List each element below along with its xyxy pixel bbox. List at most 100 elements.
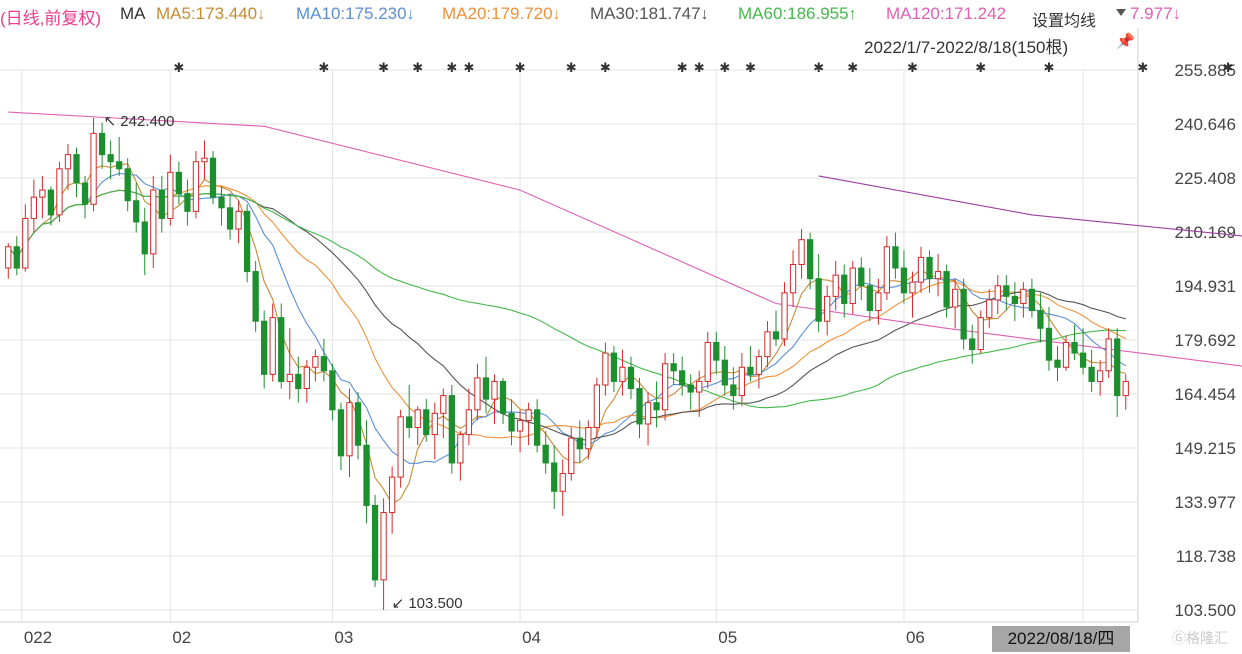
candle	[610, 345, 618, 393]
candle	[772, 310, 780, 346]
candle-body	[934, 271, 942, 280]
candle	[969, 324, 976, 364]
candle	[1003, 275, 1010, 311]
candle	[1054, 345, 1061, 382]
candle-body	[482, 377, 490, 400]
ma20-line	[7, 185, 1126, 439]
candle	[815, 253, 822, 332]
candle-body	[841, 274, 848, 304]
candle	[90, 117, 97, 212]
event-marker-icon: ✱	[1044, 61, 1055, 76]
candle-body	[90, 132, 97, 205]
candle	[841, 264, 848, 318]
candle-body	[704, 341, 711, 382]
y-tick-label: 225.408	[1175, 169, 1236, 188]
candle	[192, 151, 200, 219]
candle-body	[397, 416, 404, 478]
candle	[525, 402, 532, 446]
candle-body	[192, 161, 200, 212]
candle	[116, 136, 123, 176]
event-marker-icon: ✱	[463, 61, 474, 76]
candle	[354, 392, 362, 460]
candle	[1045, 307, 1053, 371]
candle-body	[977, 317, 984, 351]
x-tick-label: 03	[334, 628, 353, 647]
candle-body	[738, 366, 746, 397]
candle-body	[13, 246, 20, 269]
candle	[986, 289, 993, 329]
candle	[1114, 328, 1121, 417]
candle	[1105, 328, 1112, 378]
candle-body	[551, 462, 558, 492]
candle	[977, 310, 984, 354]
candle-body	[5, 246, 12, 269]
candle-body	[576, 437, 583, 450]
candle	[1062, 335, 1070, 371]
candle-body	[926, 256, 933, 280]
candle-body	[431, 412, 438, 436]
candle	[551, 445, 558, 510]
candle	[1037, 292, 1044, 343]
candle-body	[47, 189, 55, 216]
candle-body	[491, 380, 498, 400]
event-marker-icon: ✱	[515, 61, 526, 76]
y-tick-label: 118.738	[1176, 547, 1236, 566]
candle-body	[789, 263, 797, 294]
candle-body	[661, 363, 669, 411]
candle-body	[1079, 352, 1087, 368]
candle	[371, 494, 379, 587]
candle-body	[832, 274, 839, 297]
candle-body	[81, 182, 89, 205]
candle	[56, 161, 63, 222]
candle	[209, 151, 217, 205]
candle-body	[235, 210, 242, 230]
candle	[576, 420, 583, 463]
candle-body	[713, 341, 720, 361]
candle	[653, 381, 660, 428]
candle-body	[107, 154, 114, 163]
candle	[721, 345, 728, 396]
candle	[312, 349, 319, 382]
ma30-line	[7, 189, 1126, 441]
candle-body	[1105, 338, 1112, 372]
candle-body	[363, 444, 370, 506]
event-marker-icon: ✱	[677, 61, 688, 76]
candle	[713, 331, 720, 375]
low-annotation: ↙ 103.500	[392, 595, 463, 612]
event-marker-icon: ✱	[318, 61, 329, 76]
candle-body	[1096, 370, 1104, 382]
ma5-line	[7, 163, 1126, 505]
candle-body	[696, 380, 703, 393]
candle-body	[1011, 295, 1018, 304]
candle-body	[448, 395, 455, 464]
event-marker-icon: ✱	[412, 61, 423, 76]
candle-body	[866, 285, 873, 312]
candle	[670, 353, 677, 385]
candle	[619, 349, 626, 396]
candle-body	[380, 512, 387, 581]
candle	[278, 303, 285, 389]
candle	[994, 275, 1001, 315]
candle	[448, 384, 455, 474]
candle-body	[568, 437, 575, 475]
candle-body	[295, 373, 302, 390]
candle	[243, 204, 251, 283]
candle-body	[64, 154, 72, 170]
candle-body	[175, 171, 183, 195]
candlestick-chart[interactable]: 255.885240.646225.408210.169194.931179.6…	[0, 0, 1242, 654]
candle-body	[986, 299, 993, 319]
candle	[1088, 349, 1095, 393]
candle-body	[1054, 359, 1061, 368]
candle	[440, 388, 447, 439]
candle-body	[133, 200, 140, 223]
candle	[107, 140, 114, 180]
candle	[602, 342, 609, 396]
candle-body	[56, 168, 63, 216]
candle-body	[883, 246, 891, 294]
event-marker-icon: ✱	[1223, 61, 1234, 76]
candle-body	[644, 402, 652, 425]
y-tick-label: 164.454	[1175, 385, 1236, 404]
high-annotation: ↖ 242.400	[104, 113, 175, 130]
candle-body	[542, 444, 549, 464]
candle	[892, 232, 899, 279]
